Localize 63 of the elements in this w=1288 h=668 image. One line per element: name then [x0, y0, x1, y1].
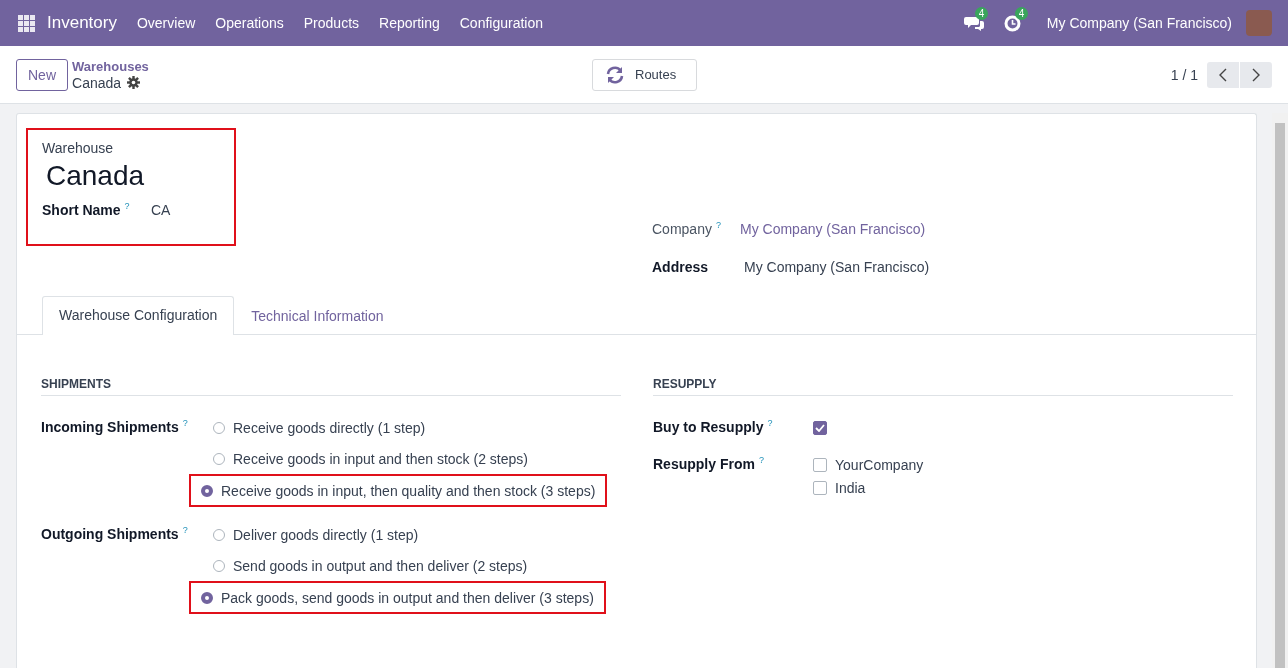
pager-value: 1 / 1 [1170, 66, 1198, 83]
clock-icon [1003, 14, 1021, 32]
field-value: CA [151, 202, 171, 218]
new-button[interactable]: New [16, 58, 68, 91]
help-mark[interactable]: ? [767, 419, 773, 428]
menu-item[interactable]: Products [293, 15, 370, 31]
tab[interactable]: Technical Information [234, 297, 401, 335]
app-name[interactable]: Inventory [47, 13, 117, 33]
field-value: My Company (San Francisco) [744, 259, 930, 275]
chevron-right-icon [1252, 67, 1260, 82]
help-mark[interactable]: ? [182, 526, 188, 535]
field-label: Short Name [42, 202, 121, 218]
record-title: Canada [72, 74, 122, 91]
next-button[interactable] [1240, 61, 1272, 88]
help-mark[interactable]: ? [124, 202, 130, 211]
radio-button[interactable] [201, 484, 213, 497]
count-badge: 4 [974, 7, 989, 20]
breadcrumb-link[interactable]: Warehouses [72, 58, 149, 75]
radio-button[interactable] [213, 528, 225, 541]
option-label: India [835, 479, 866, 496]
checkbox[interactable] [813, 457, 827, 472]
routes-button[interactable]: Routes [592, 58, 697, 91]
option-label: YourCompany [835, 456, 924, 473]
radio-button[interactable] [213, 421, 225, 434]
radio-button[interactable] [213, 452, 225, 465]
menu-item[interactable]: Configuration [449, 15, 553, 31]
company-switcher[interactable]: My Company (San Francisco) [1046, 15, 1232, 31]
checkbox[interactable] [813, 480, 827, 495]
previous-button[interactable] [1207, 61, 1239, 88]
field-label: Address [652, 259, 709, 275]
refresh-icon [605, 65, 625, 84]
section-heading: RESUPPLY [653, 377, 1233, 396]
option-label: Receive goods directly (1 step) [233, 419, 426, 436]
option-label: Receive goods in input, then quality and then stock (3 steps) [221, 482, 596, 499]
radio-button[interactable] [201, 591, 213, 604]
option-label: Receive goods in input and then stock (2 steps) [233, 450, 528, 467]
gear-icon[interactable] [127, 76, 141, 89]
option-label: Deliver goods directly (1 step) [233, 526, 419, 543]
field-label: Resupply From [653, 456, 755, 472]
company-link[interactable]: My Company (San Francisco) [740, 221, 926, 237]
chat-bubbles-icon [963, 15, 984, 31]
option-label: Pack goods, send goods in output and then deliver (3 steps) [221, 589, 594, 606]
help-mark[interactable]: ? [758, 456, 764, 465]
radio-button[interactable] [213, 559, 225, 572]
help-mark[interactable]: ? [715, 221, 721, 230]
help-mark[interactable]: ? [182, 419, 188, 428]
menu-item[interactable]: Operations [205, 15, 294, 31]
scrollbar-thumb[interactable] [1275, 123, 1285, 668]
field-label: Incoming Shipments [41, 419, 179, 435]
option-label: Send goods in output and then deliver (2 steps) [233, 557, 528, 574]
field-label: Outgoing Shipments [41, 526, 179, 542]
checkbox[interactable] [813, 420, 827, 435]
menu-item[interactable]: Overview [126, 15, 206, 31]
apps-menu-icon[interactable] [18, 14, 35, 32]
count-badge: 4 [1014, 6, 1029, 20]
field-label: Buy to Resupply [653, 419, 764, 435]
tab[interactable]: Warehouse Configuration [42, 296, 235, 335]
warehouse-name: Canada [46, 160, 146, 192]
menu-item[interactable]: Reporting [369, 15, 450, 31]
chevron-left-icon [1219, 67, 1227, 82]
field-label: Warehouse [42, 140, 115, 156]
field-label: Company [652, 221, 712, 237]
section-heading: SHIPMENTS [41, 377, 621, 396]
